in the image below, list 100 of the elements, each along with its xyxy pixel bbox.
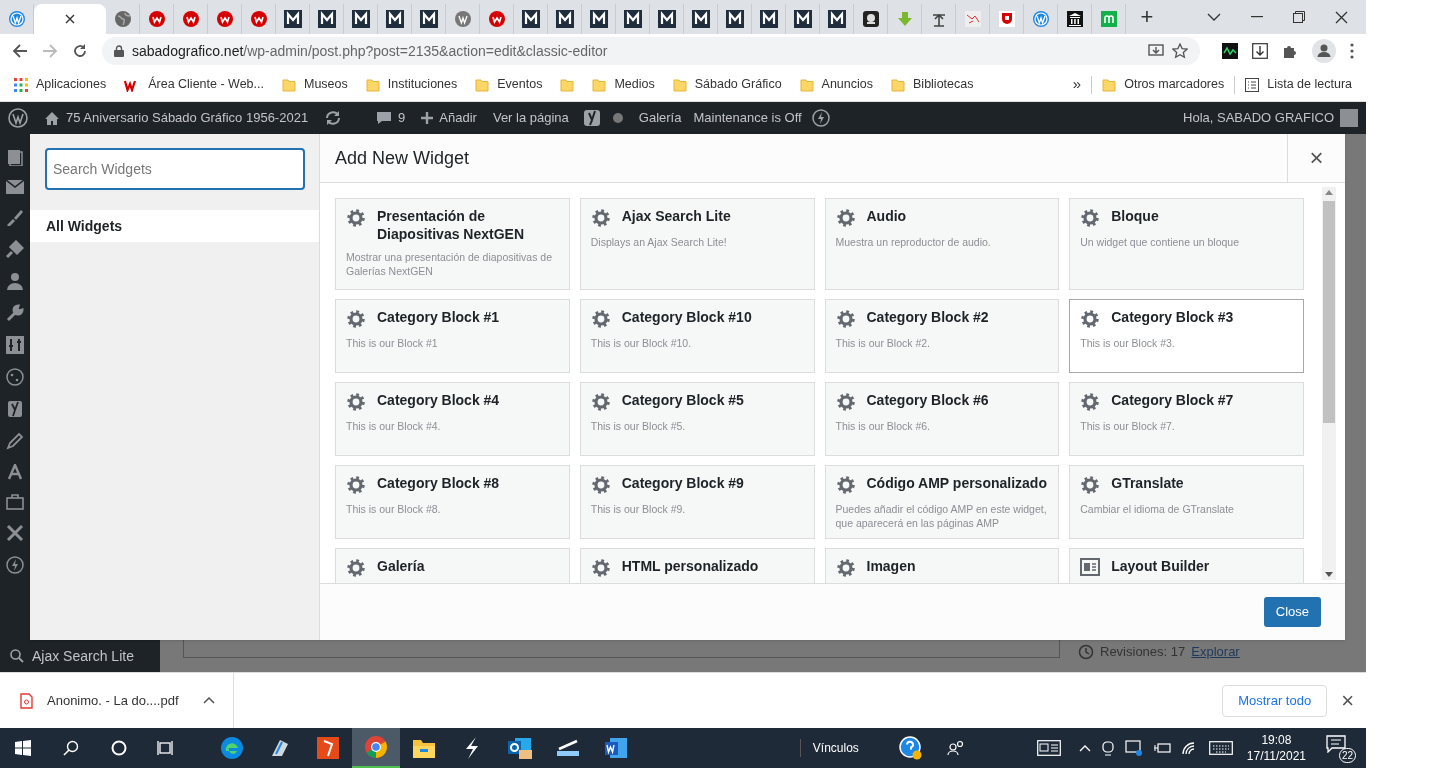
back-icon[interactable] bbox=[12, 43, 28, 59]
widget-card[interactable]: Category Block #9 This is our Block #9. bbox=[579, 465, 815, 539]
chevron-down-icon[interactable] bbox=[1207, 13, 1221, 21]
brush-icon[interactable] bbox=[6, 208, 24, 226]
close-icon[interactable] bbox=[65, 14, 75, 24]
gallery-link[interactable]: Galería bbox=[628, 108, 692, 128]
bookmark-item[interactable]: Medios bbox=[592, 75, 655, 94]
restore-icon[interactable] bbox=[1293, 11, 1305, 23]
help-icon[interactable] bbox=[898, 736, 923, 760]
mail-icon[interactable] bbox=[6, 180, 24, 194]
news-icon[interactable] bbox=[1036, 740, 1061, 756]
task-view-icon[interactable] bbox=[157, 740, 173, 756]
remote-icon[interactable] bbox=[1124, 740, 1143, 756]
close-button[interactable]: Close bbox=[1263, 597, 1321, 627]
start-icon[interactable] bbox=[15, 740, 31, 756]
update-icon[interactable] bbox=[324, 110, 343, 126]
bookmark-item[interactable]: Área Cliente - Web... bbox=[124, 75, 264, 94]
show-all-button[interactable]: Mostrar todo bbox=[1222, 684, 1328, 717]
add-new-link[interactable]: Añadir bbox=[413, 108, 485, 128]
sliders-icon[interactable] bbox=[6, 336, 24, 354]
widget-card[interactable]: Presentación de Diapositivas NextGEN Mostrar una presentación de diapositivas de Galerías NextGEN bbox=[335, 198, 570, 290]
widget-card[interactable]: Category Block #3 This is our Block #3. bbox=[1069, 299, 1304, 373]
bookmark-item[interactable]: Anuncios bbox=[799, 75, 873, 94]
cortana-icon[interactable] bbox=[111, 740, 127, 756]
widget-card[interactable]: Category Block #2 This is our Block #2. bbox=[824, 299, 1060, 373]
widget-card[interactable]: Category Block #7 This is our Block #7. bbox=[1069, 382, 1304, 456]
font-icon[interactable] bbox=[8, 464, 22, 480]
download-icon[interactable] bbox=[1252, 43, 1268, 59]
account-greeting[interactable]: Hola, SABADO GRAFICO bbox=[1183, 108, 1340, 128]
widget-card[interactable]: Category Block #6 This is our Block #6. bbox=[824, 382, 1060, 456]
keyboard-icon[interactable] bbox=[1208, 741, 1233, 755]
lightning-icon[interactable] bbox=[6, 556, 24, 574]
widget-card[interactable]: Galería bbox=[335, 548, 570, 583]
widget-description: This is our Block #10. bbox=[590, 336, 693, 350]
more-bookmarks-button[interactable]: » bbox=[1072, 73, 1082, 96]
lightning-icon[interactable] bbox=[811, 109, 830, 127]
bookmark-item[interactable]: Sábado Gráfico bbox=[672, 75, 782, 94]
briefcase-icon[interactable] bbox=[6, 494, 24, 510]
profile-icon[interactable] bbox=[1312, 39, 1336, 63]
wordpress-logo-icon[interactable] bbox=[8, 108, 28, 128]
extension-icon[interactable] bbox=[1222, 43, 1238, 59]
notification-icon[interactable] bbox=[1326, 735, 1346, 753]
bookmark-item[interactable]: Museos bbox=[282, 75, 348, 94]
widget-card[interactable]: GTranslate Cambiar el idioma de GTranslate bbox=[1069, 465, 1304, 539]
widget-card[interactable]: Category Block #5 This is our Block #5. bbox=[579, 382, 815, 456]
widget-card[interactable]: Category Block #1 This is our Block #1 bbox=[335, 299, 570, 373]
search-field[interactable]: Search Widgets bbox=[45, 148, 305, 190]
widget-card[interactable]: Category Block #8 This is our Block #8. bbox=[335, 465, 570, 539]
widget-card[interactable]: Código AMP personalizado Puedes añadir el código AMP en este widget, que aparecerá en las páginas AMP bbox=[824, 465, 1060, 539]
minimize-icon[interactable] bbox=[1251, 16, 1263, 18]
tools-icon[interactable] bbox=[6, 524, 24, 542]
widget-category-item[interactable]: All Widgets bbox=[30, 210, 319, 242]
widget-card[interactable]: Audio Muestra un reproductor de audio. bbox=[824, 198, 1060, 290]
close-button[interactable]: × bbox=[1287, 133, 1345, 183]
book-icon[interactable] bbox=[6, 148, 24, 166]
comments-link[interactable]: 9 bbox=[368, 108, 414, 128]
close-icon[interactable] bbox=[1335, 10, 1348, 24]
reload-icon[interactable] bbox=[72, 43, 88, 59]
bookmark-item[interactable]: Instituciones bbox=[365, 75, 458, 94]
links-toolbar[interactable]: Vínculos bbox=[799, 739, 859, 757]
bookmark-folder[interactable]: Otros marcadores bbox=[1102, 75, 1225, 94]
scrollbar[interactable] bbox=[1322, 187, 1336, 580]
user-icon[interactable] bbox=[7, 272, 23, 290]
widget-card[interactable]: Category Block #10 This is our Block #10. bbox=[579, 299, 815, 373]
bookmark-item[interactable]: Aplicaciones bbox=[14, 75, 107, 94]
scroll-down-icon[interactable] bbox=[1325, 572, 1333, 577]
yoast-icon[interactable] bbox=[582, 109, 601, 127]
power-icon[interactable] bbox=[1152, 742, 1171, 754]
people-icon[interactable] bbox=[946, 740, 965, 756]
cookie-icon[interactable] bbox=[6, 368, 24, 386]
reading-list-button[interactable]: Lista de lectura bbox=[1245, 75, 1352, 94]
plug-icon[interactable] bbox=[6, 240, 24, 258]
bookmark-item[interactable]: Bibliotecas bbox=[891, 75, 974, 94]
menu-icon[interactable] bbox=[1350, 43, 1354, 59]
view-page-link[interactable]: Ver la página bbox=[484, 108, 577, 128]
widget-card[interactable]: HTML personalizado bbox=[579, 548, 815, 583]
widget-card[interactable]: Imagen bbox=[824, 548, 1060, 583]
new-tab-button[interactable]: + bbox=[1134, 6, 1160, 28]
puzzle-icon[interactable] bbox=[1282, 43, 1298, 59]
scroll-up-icon[interactable] bbox=[1325, 190, 1333, 195]
site-link[interactable]: 75 Aniversario Sábado Gráfico 1956-2021 bbox=[36, 108, 317, 128]
install-icon[interactable] bbox=[1148, 44, 1164, 58]
caret-up-icon[interactable] bbox=[202, 697, 215, 704]
widget-card[interactable]: Ajax Search Lite Displays an Ajax Search Lite! bbox=[579, 198, 815, 290]
maintenance-status-link[interactable]: Maintenance is Off bbox=[691, 108, 804, 128]
widget-card[interactable]: Layout Builder bbox=[1069, 548, 1304, 583]
chevron-up-icon[interactable] bbox=[1078, 744, 1091, 752]
yoast-icon[interactable] bbox=[7, 400, 23, 418]
widget-card[interactable]: Bloque Un widget que contiene un bloque bbox=[1069, 198, 1304, 290]
scrollbar-thumb[interactable] bbox=[1323, 201, 1335, 423]
wrench-icon[interactable] bbox=[6, 304, 24, 322]
letter-tile-icon bbox=[827, 10, 846, 28]
close-button[interactable]: × bbox=[1341, 689, 1354, 712]
bookmark-item[interactable]: Eventos bbox=[475, 75, 543, 94]
widget-card[interactable]: Category Block #4 This is our Block #4. bbox=[335, 382, 570, 456]
pencil-icon[interactable] bbox=[6, 432, 24, 450]
address-bar[interactable]: sabadografico.net/wp-admin/post.php?post=2135&action=edit&classic-editor bbox=[102, 37, 1200, 65]
clock[interactable]: 19:08 17/11/2021 bbox=[1246, 732, 1306, 764]
search-icon[interactable] bbox=[63, 740, 79, 756]
star-icon[interactable] bbox=[1172, 43, 1188, 59]
